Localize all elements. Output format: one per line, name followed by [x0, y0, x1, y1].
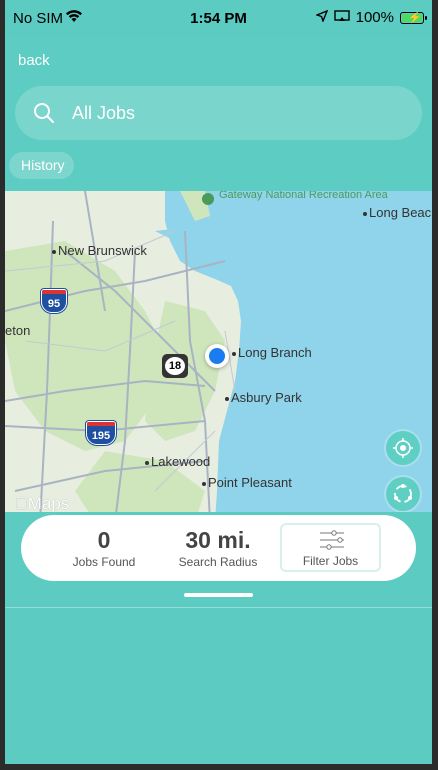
gateway-label: Gateway National Recreation Area: [219, 191, 388, 201]
search-bar[interactable]: All Jobs: [15, 86, 422, 140]
interstate-195-shield: 195: [86, 421, 116, 445]
current-location-dot: [205, 344, 229, 368]
new-brunswick-label: New Brunswick: [52, 243, 147, 258]
jobs-found-label: Jobs Found: [72, 555, 136, 569]
map-view[interactable]: Gateway National Recreation Area Long Be…: [5, 191, 432, 522]
long-beach-label: Long Beac: [363, 205, 431, 220]
divider: [5, 607, 432, 608]
long-branch-label: Long Branch: [232, 345, 312, 360]
interstate-95-shield: 95: [41, 289, 67, 313]
recenter-button[interactable]: [386, 477, 420, 511]
battery-percent: 100%: [355, 9, 394, 26]
history-button[interactable]: History: [9, 152, 74, 179]
apple-maps-logo: Maps: [15, 494, 69, 513]
bottom-sheet: 0 Jobs Found 30 mi. Search Radius Filter…: [5, 512, 432, 764]
search-icon: [33, 102, 55, 129]
eton-label: eton: [5, 323, 31, 338]
search-radius-label: Search Radius: [178, 555, 258, 569]
jobs-found-stat: 0 Jobs Found: [69, 527, 139, 569]
battery-icon: ⚡: [400, 11, 427, 24]
app-screen: No SIM 1:54 PM 100% ⚡ back All Jobs Hist…: [5, 0, 432, 764]
point-pleasant-label: Point Pleasant: [202, 475, 292, 490]
filter-jobs-button[interactable]: Filter Jobs: [280, 523, 381, 572]
status-bar: No SIM 1:54 PM 100% ⚡: [5, 0, 432, 36]
sheet-drag-handle[interactable]: [184, 593, 253, 597]
apple-icon: : [15, 494, 28, 513]
filter-jobs-label: Filter Jobs: [302, 554, 359, 568]
back-button[interactable]: back: [18, 52, 50, 69]
route-18-shield: 18: [162, 354, 188, 378]
sliders-icon: [318, 529, 346, 556]
location-arrow-icon: [314, 9, 328, 26]
summary-card: 0 Jobs Found 30 mi. Search Radius Filter…: [21, 515, 416, 581]
jobs-found-value: 0: [97, 527, 111, 553]
asbury-park-label: Asbury Park: [225, 390, 302, 405]
search-radius-value: 30 mi.: [185, 527, 251, 553]
crosshair-icon: [393, 438, 413, 458]
refresh-icon: [394, 484, 412, 503]
lakewood-label: Lakewood: [145, 454, 210, 469]
search-radius-stat[interactable]: 30 mi. Search Radius: [175, 527, 261, 569]
status-right: 100% ⚡: [314, 9, 427, 26]
search-text: All Jobs: [72, 103, 136, 123]
screen-mirroring-icon: [333, 9, 350, 26]
locate-button[interactable]: [386, 431, 420, 465]
